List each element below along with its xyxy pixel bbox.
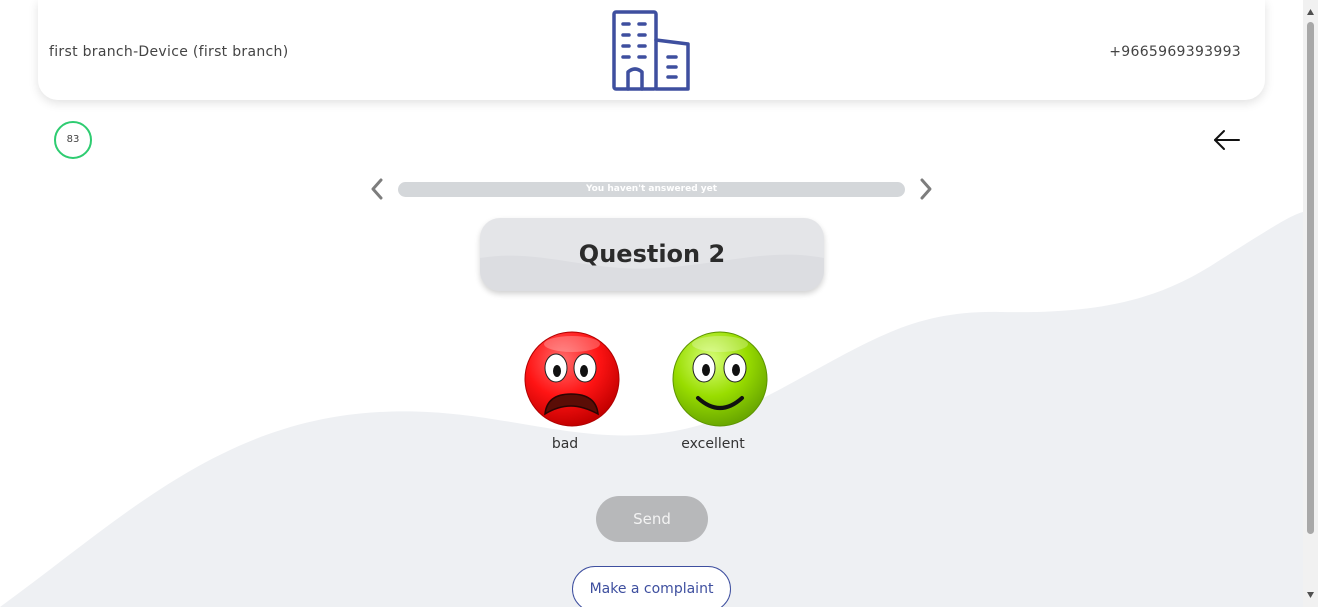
answer-label-bad: bad bbox=[551, 436, 579, 452]
make-complaint-button[interactable]: Make a complaint bbox=[572, 566, 731, 607]
vertical-scrollbar[interactable] bbox=[1303, 0, 1318, 607]
countdown-timer: 83 bbox=[53, 120, 93, 160]
arrow-left-icon[interactable] bbox=[1212, 126, 1242, 154]
branch-name: first branch-Device (first branch) bbox=[49, 44, 289, 60]
scrollbar-thumb[interactable] bbox=[1307, 22, 1314, 534]
scroll-down-arrow-icon[interactable] bbox=[1306, 591, 1315, 599]
question-title: Question 2 bbox=[578, 240, 726, 268]
send-button[interactable]: Send bbox=[596, 496, 708, 542]
phone-number: +9665969393993 bbox=[1109, 44, 1241, 60]
survey-page: first branch-Device (first branch) +9665… bbox=[0, 0, 1303, 607]
answer-label-excellent: excellent bbox=[681, 436, 745, 452]
building-icon bbox=[612, 10, 690, 91]
timer-value: 83 bbox=[66, 134, 80, 145]
question-card: Question 2 bbox=[480, 218, 824, 291]
header-card: first branch-Device (first branch) +9665… bbox=[38, 0, 1265, 100]
smile-face-icon[interactable] bbox=[671, 330, 769, 428]
answer-progress-bar: You haven't answered yet bbox=[398, 182, 905, 197]
scroll-up-arrow-icon[interactable] bbox=[1306, 8, 1315, 16]
progress-status-text: You haven't answered yet bbox=[585, 184, 718, 194]
chevron-left-icon[interactable] bbox=[368, 177, 386, 201]
chevron-right-icon[interactable] bbox=[917, 177, 935, 201]
sad-face-icon[interactable] bbox=[523, 330, 621, 428]
